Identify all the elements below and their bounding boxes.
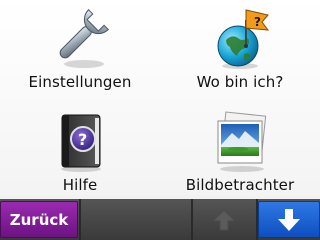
photo-viewer-icon <box>208 109 272 173</box>
menu-item-where-am-i[interactable]: ? Wo bin ich? <box>165 4 315 96</box>
globe-flag-question-icon: ? <box>208 6 272 70</box>
menu-item-settings[interactable]: Einstellungen <box>5 4 155 96</box>
svg-text:?: ? <box>78 130 87 149</box>
back-button[interactable]: Zurück <box>0 201 78 238</box>
help-book-icon: ? <box>48 109 112 173</box>
menu-item-help[interactable]: ? Hilfe <box>5 107 155 199</box>
menu-item-photo-viewer[interactable]: Bildbetrachter <box>165 107 315 199</box>
menu-item-label: Wo bin ich? <box>196 73 284 91</box>
arrow-down-icon <box>278 208 300 231</box>
menu-item-label: Bildbetrachter <box>185 176 295 194</box>
scroll-up-button[interactable] <box>193 199 255 240</box>
svg-text:?: ? <box>254 15 261 29</box>
menu-item-label: Einstellungen <box>28 73 132 91</box>
menu-item-label: Hilfe <box>62 176 98 194</box>
back-button-label: Zurück <box>9 210 69 229</box>
toolbar-divider <box>79 199 81 240</box>
scroll-down-button[interactable] <box>258 201 320 238</box>
bottom-toolbar: Zurück <box>0 199 320 240</box>
arrow-up-icon <box>212 208 236 230</box>
wrench-icon <box>48 6 112 70</box>
